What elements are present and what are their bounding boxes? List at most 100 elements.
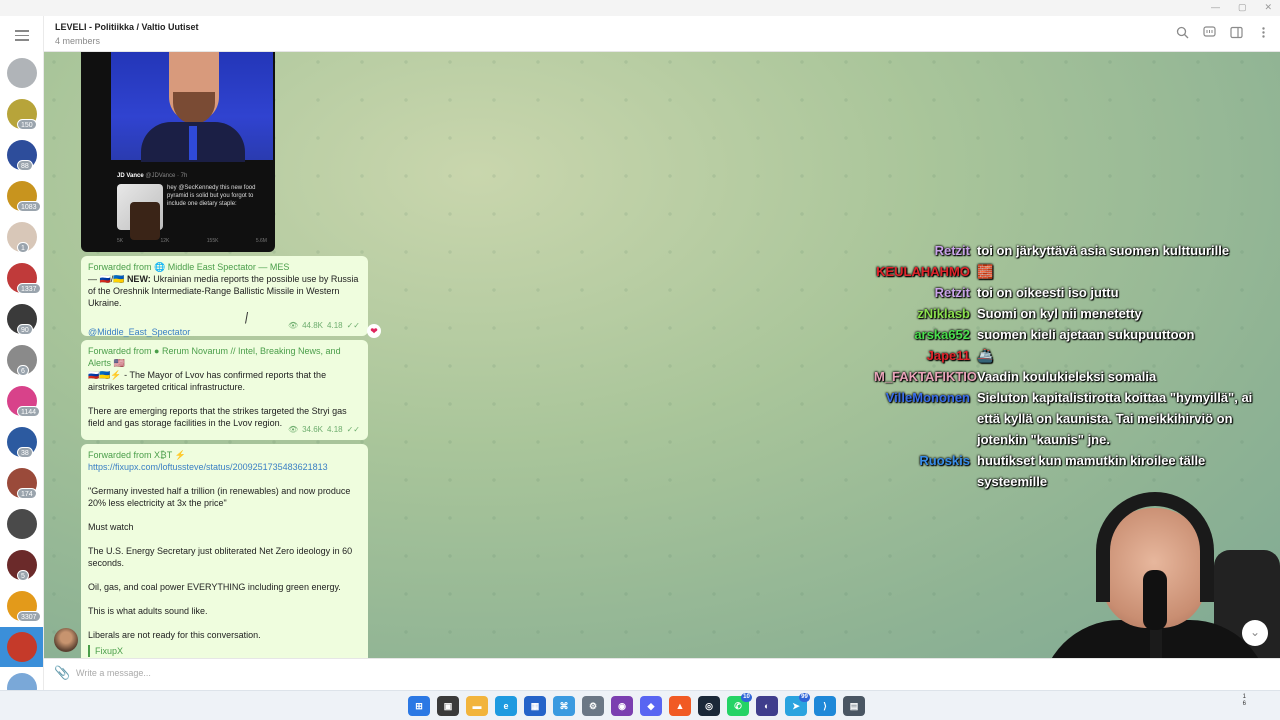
tweet-stats: 5K 12K 155K 5.6M — [117, 238, 267, 244]
edge-icon[interactable]: e — [495, 696, 517, 716]
taskbar-badge: 10 — [741, 693, 752, 702]
tray-text: 1 — [1242, 694, 1246, 700]
stream-chat-message: Vaadin koulukieleksi somalia — [977, 369, 1157, 384]
message-link[interactable]: https://fixupx.com/loftussteve/status/20… — [88, 461, 361, 473]
windows-taskbar: ⊞ ▣ ▬ e ▦ ⌘ ⚙ ◉ ◆ ▲ ◎ ✆ 10 ◐ ➤ 99 ⟩ ▤ 1 6 — [0, 690, 1280, 720]
comments-icon[interactable] — [1203, 26, 1216, 39]
sidebar-icon[interactable] — [1230, 26, 1243, 39]
taskbar-badge: 99 — [799, 693, 810, 702]
window-controls: — ▢ ✕ — [1211, 2, 1272, 13]
unread-badge: 150 — [17, 119, 37, 130]
message-paragraph: This is what adults sound like. — [88, 606, 208, 616]
tweet-screenshot: JD Vance @JDVance · 7h hey @SecKennedy t… — [111, 170, 273, 246]
attach-icon[interactable]: 📎 — [54, 665, 70, 681]
obs-icon[interactable]: ◉ — [611, 696, 633, 716]
message-bubble[interactable]: Forwarded from ● Rerum Novarum // Intel,… — [81, 340, 368, 440]
unread-badge: 1 — [17, 242, 29, 253]
chat-header: LEVELI - Politiikka / Valtio Uutiset 4 m… — [44, 16, 1280, 52]
view-count: 34.6K — [302, 425, 324, 434]
image-post[interactable]: JD Vance @JDVance · 7h hey @SecKennedy t… — [81, 52, 275, 252]
app-icon[interactable]: ⌘ — [553, 696, 575, 716]
message-meta: 👁 44.8K 4.18 ✓✓ — [288, 320, 360, 332]
minimize-button[interactable]: — — [1211, 2, 1220, 13]
chat-list-sidebar: 150 88 1083 1 1337 90 6 1144 38 174 5 3307 — [0, 16, 44, 690]
forwarded-label: Forwarded from — [88, 346, 152, 356]
heart-reaction-icon[interactable]: ❤ — [367, 324, 381, 338]
menu-icon[interactable] — [15, 30, 29, 44]
unread-badge: 6 — [17, 365, 29, 376]
message-paragraph: The U.S. Energy Secretary just obliterat… — [88, 546, 353, 568]
tweet-stat: 5K — [117, 238, 124, 244]
sender-avatar[interactable] — [54, 628, 78, 652]
stream-chat-username: Retzit — [934, 285, 970, 300]
stream-chat-message: toi on oikeesti iso juttu — [977, 285, 1119, 300]
stream-chat-username: VilleMononen — [885, 390, 970, 405]
sidebar-chat-chat-15[interactable] — [7, 673, 37, 690]
header-actions — [1176, 26, 1270, 39]
system-tray: 1 6 — [1243, 694, 1246, 708]
message-paragraph: Liberals are not ready for this conversa… — [88, 630, 261, 640]
settings-icon[interactable]: ⚙ — [582, 696, 604, 716]
steam-icon[interactable]: ◎ — [698, 696, 720, 716]
task-view-icon[interactable]: ▣ — [437, 696, 459, 716]
channel-icon: 🌐 — [154, 262, 166, 272]
window-titlebar: — ▢ ✕ — [0, 0, 1280, 16]
stream-chat-username: Jape11 — [926, 348, 970, 363]
forwarded-source[interactable]: Middle East Spectator — MES — [168, 262, 290, 272]
unread-badge: 1337 — [17, 283, 41, 294]
tweet-handle: @JDVance · 7h — [145, 173, 188, 179]
unread-badge: 38 — [17, 447, 33, 458]
channel-icon: ● — [154, 346, 160, 356]
unread-badge: 174 — [17, 488, 37, 499]
message-time: 4.18 — [327, 425, 343, 434]
link-preview-title[interactable]: FixupX — [88, 645, 361, 657]
stream-chat-message: suomen kieli ajetaan sukupuuttoon — [977, 327, 1195, 342]
discord-icon[interactable]: ◆ — [640, 696, 662, 716]
stream-chat-line: Jape11 🚢 — [874, 345, 1274, 366]
sidebar-chat-archive[interactable] — [7, 58, 37, 88]
calculator-icon[interactable]: ▤ — [843, 696, 865, 716]
stream-chat-line: zNiklasb Suomi on kyl nii menetetty — [874, 303, 1274, 324]
unread-badge: 1144 — [17, 406, 41, 417]
store-icon[interactable]: ▦ — [524, 696, 546, 716]
message-paragraph: Oil, gas, and coal power EVERYTHING incl… — [88, 582, 341, 592]
stream-chat-message: Suomi on kyl nii menetetty — [977, 306, 1142, 321]
stream-chat-line: Retzit toi on järkyttävä asia suomen kult… — [874, 240, 1274, 261]
forwarded-source[interactable]: X₿T ⚡ — [154, 450, 186, 460]
message-flags: 🇷🇺🇺🇦⚡ — [88, 370, 122, 380]
message-meta: 👁 34.6K 4.18 ✓✓ — [288, 424, 360, 436]
tweet-image — [117, 184, 163, 240]
telegram-icon[interactable]: ➤ 99 — [785, 693, 810, 716]
brave-icon[interactable]: ▲ — [669, 696, 691, 716]
sidebar-chat-chat-14[interactable] — [7, 632, 37, 662]
stream-chat-message: huutikset kun mamutkin kiroilee tälle sy… — [977, 453, 1206, 489]
stream-chat-message: 🚢 — [977, 348, 994, 363]
message-time: 4.18 — [327, 321, 343, 330]
maximize-button[interactable]: ▢ — [1238, 2, 1247, 13]
stream-chat-message: Sieluton kapitalistirotta koittaa "hymyi… — [977, 390, 1253, 447]
vscode-icon[interactable]: ⟩ — [814, 696, 836, 716]
stream-chat-line: arska652 suomen kieli ajetaan sukupuuttoo… — [874, 324, 1274, 345]
message-bubble[interactable]: Forwarded from X₿T ⚡ https://fixupx.com/… — [81, 444, 368, 658]
chat-app-icon[interactable]: ◐ — [756, 696, 778, 716]
search-icon[interactable] — [1176, 26, 1189, 39]
chat-title[interactable]: LEVELI - Politiikka / Valtio Uutiset — [55, 22, 199, 32]
message-input[interactable] — [76, 664, 936, 682]
message-text: - The Mayor of Lvov has confirmed report… — [88, 370, 327, 392]
sidebar-chat-chat-11[interactable] — [7, 509, 37, 539]
stream-chat-username: arska652 — [914, 327, 970, 342]
message-paragraph: "Germany invested half a trillion (in re… — [88, 486, 351, 508]
chat-area[interactable]: JD Vance @JDVance · 7h hey @SecKennedy t… — [44, 52, 1280, 658]
windows-start-icon[interactable]: ⊞ — [408, 696, 430, 716]
whatsapp-icon[interactable]: ✆ 10 — [727, 693, 752, 716]
tray-text: 6 — [1242, 701, 1246, 707]
message-bubble[interactable]: Forwarded from 🌐 Middle East Spectator —… — [81, 256, 368, 337]
view-count: 44.8K — [302, 321, 324, 330]
unread-badge: 3307 — [17, 611, 41, 622]
stream-chat-username: Ruoskis — [919, 453, 970, 468]
scroll-down-button[interactable]: ⌄ — [1242, 620, 1268, 646]
unread-badge: 5 — [17, 570, 29, 581]
file-explorer-icon[interactable]: ▬ — [466, 696, 488, 716]
close-button[interactable]: ✕ — [1264, 2, 1272, 13]
more-icon[interactable] — [1257, 26, 1270, 39]
